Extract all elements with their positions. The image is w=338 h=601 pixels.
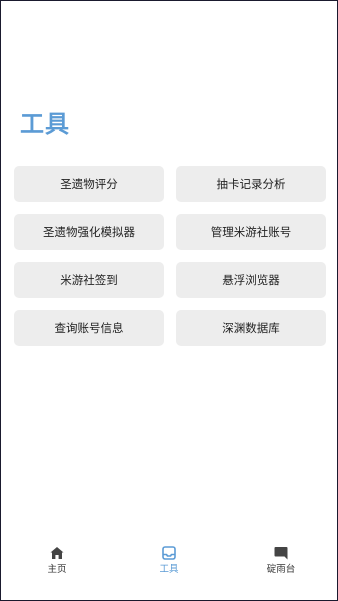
- miyoushe-checkin-button[interactable]: 米游社签到: [14, 262, 164, 298]
- gacha-record-analysis-button[interactable]: 抽卡记录分析: [176, 166, 326, 202]
- page-title: 工具: [20, 110, 70, 138]
- home-icon: [50, 547, 64, 559]
- artifact-score-button[interactable]: 圣遗物评分: [14, 166, 164, 202]
- inbox-tray-icon: [162, 546, 176, 560]
- floating-browser-button[interactable]: 悬浮浏览器: [176, 262, 326, 298]
- query-account-info-button[interactable]: 查询账号信息: [14, 310, 164, 346]
- nav-item-chat[interactable]: 碇雨台: [241, 541, 321, 581]
- tool-grid: 圣遗物评分 抽卡记录分析 圣遗物强化模拟器 管理米游社账号 米游社签到 悬浮浏览…: [14, 166, 326, 346]
- nav-label-chat: 碇雨台: [266, 564, 296, 575]
- abyss-database-button[interactable]: 深渊数据库: [176, 310, 326, 346]
- chat-bubble-icon: [274, 547, 288, 560]
- bottom-nav: 主页 工具 碇雨台: [1, 541, 337, 581]
- nav-item-tools[interactable]: 工具: [129, 541, 209, 581]
- nav-label-home: 主页: [47, 564, 67, 575]
- manage-miyoushe-account-button[interactable]: 管理米游社账号: [176, 214, 326, 250]
- nav-item-home[interactable]: 主页: [17, 541, 97, 581]
- nav-label-tools: 工具: [159, 564, 179, 575]
- app-window: 工具 圣遗物评分 抽卡记录分析 圣遗物强化模拟器 管理米游社账号 米游社签到 悬…: [0, 0, 338, 601]
- artifact-enhance-simulator-button[interactable]: 圣遗物强化模拟器: [14, 214, 164, 250]
